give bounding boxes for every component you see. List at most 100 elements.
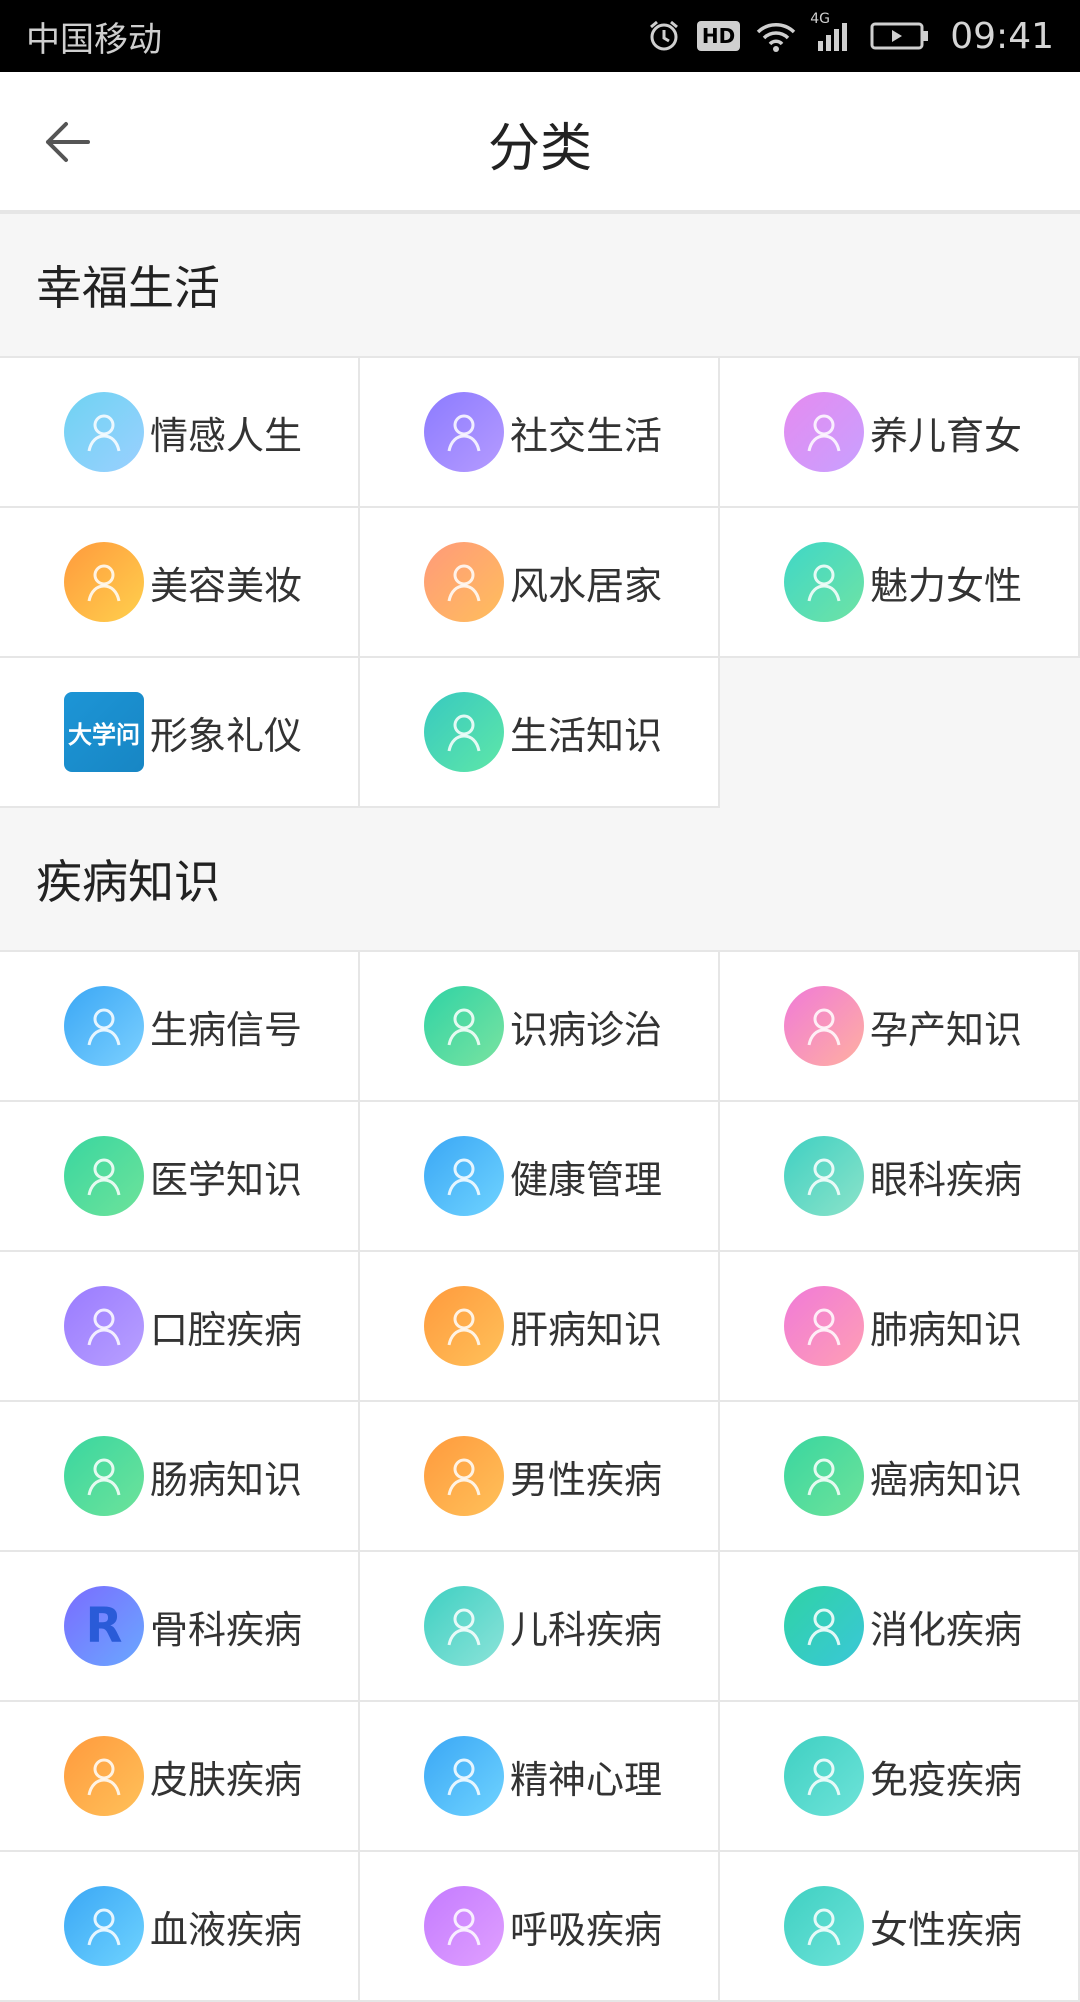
cartoon-character-icon [424, 692, 504, 772]
tooth-house-icon [424, 542, 504, 622]
glasses-man-icon [424, 1736, 504, 1816]
category-item[interactable]: 女性疾病 [720, 1852, 1080, 2002]
category-item[interactable]: 情感人生 [0, 358, 360, 508]
section-disease-knowledge: 疾病知识 生病信号 识病诊治 孕产知识医学知识 健康管理 眼科疾病口腔疾病 肝病知识 肺病知… [0, 808, 1080, 2002]
category-label: 口腔疾病 [150, 1307, 303, 1352]
category-item[interactable]: 消化疾病 [720, 1552, 1080, 1702]
group-figures-icon [64, 1436, 144, 1516]
category-label: 肠病知识 [150, 1457, 303, 1502]
girl-standing-icon [64, 1736, 144, 1816]
category-item[interactable]: 血液疾病 [0, 1852, 360, 2002]
astro-boy-icon [424, 1436, 504, 1516]
star-crown-icon [424, 1886, 504, 1966]
mushroom-icon [784, 986, 864, 1066]
category-item[interactable]: R 骨科疾病 [0, 1552, 360, 1702]
category-label: 形象礼仪 [150, 713, 303, 758]
category-item[interactable]: 呼吸疾病 [360, 1852, 720, 2002]
carrier-name: 中国移动 [26, 19, 162, 60]
category-item[interactable]: 大学问 形象礼仪 [0, 658, 360, 808]
status-bar: 中国移动 HD 4G 09:41 [0, 0, 1080, 72]
category-label: 肝病知识 [510, 1307, 663, 1352]
robot-box-icon [784, 1136, 864, 1216]
category-item[interactable]: 识病诊治 [360, 952, 720, 1102]
category-item[interactable]: 魅力女性 [720, 508, 1080, 658]
category-item[interactable]: 免疫疾病 [720, 1702, 1080, 1852]
category-label: 孕产知识 [870, 1007, 1023, 1052]
category-item[interactable]: 医学知识 [0, 1102, 360, 1252]
category-label: 美容美妆 [150, 563, 303, 608]
back-button[interactable] [30, 106, 102, 178]
category-item[interactable]: 美容美妆 [0, 508, 360, 658]
cartoon-teal-icon [784, 1886, 864, 1966]
category-label: 血液疾病 [150, 1907, 303, 1952]
doctor-desk-icon [424, 986, 504, 1066]
category-item[interactable]: 社交生活 [360, 358, 720, 508]
category-label: 健康管理 [510, 1157, 663, 1202]
top-app-bar: 分类 [0, 72, 1080, 214]
doctor-computer-icon [784, 1736, 864, 1816]
category-item[interactable]: 儿科疾病 [360, 1552, 720, 1702]
category-label: 呼吸疾病 [510, 1907, 663, 1952]
category-item[interactable]: 生活知识 [360, 658, 720, 808]
category-label: 女性疾病 [870, 1907, 1023, 1952]
category-label: 医学知识 [150, 1157, 303, 1202]
category-grid: 情感人生 社交生活 养儿育女美容美妆 风水居家 魅力女性大学问 形象礼仪 生活知识 [0, 358, 1080, 808]
chat-bubble-icon [784, 392, 864, 472]
category-item[interactable]: 风水居家 [360, 508, 720, 658]
category-item[interactable]: 眼科疾病 [720, 1102, 1080, 1252]
category-item[interactable]: 孕产知识 [720, 952, 1080, 1102]
businessman-key-icon [424, 1136, 504, 1216]
page-title: 分类 [487, 118, 592, 179]
cartoon-blue-icon [64, 1886, 144, 1966]
category-label: 消化疾病 [870, 1607, 1023, 1652]
woman-face-icon [784, 542, 864, 622]
category-item[interactable]: 健康管理 [360, 1102, 720, 1252]
category-label: 眼科疾病 [870, 1157, 1023, 1202]
daxuewen-logo-icon: 大学问 [64, 692, 144, 772]
signal-icon: 4G [810, 11, 854, 53]
category-label: 情感人生 [150, 413, 303, 458]
girl-cartoon-icon [424, 1286, 504, 1366]
tooth-icon [64, 1286, 144, 1366]
trend-chart-icon [64, 986, 144, 1066]
category-label: 养儿育女 [870, 413, 1023, 458]
category-content[interactable]: 幸福生活 情感人生 社交生活 养儿育女美容美妆 风水居家 魅力女性大学问 形象礼仪 生活知识… [0, 214, 1080, 2002]
battery-icon [870, 20, 930, 52]
empty-grid-cell [720, 658, 1080, 808]
category-label: 儿科疾病 [510, 1607, 663, 1652]
category-item[interactable]: 肺病知识 [720, 1252, 1080, 1402]
robot-face-icon [784, 1586, 864, 1666]
category-label: 社交生活 [510, 413, 663, 458]
ice-cream-icon [424, 1586, 504, 1666]
section-happy-life: 幸福生活 情感人生 社交生活 养儿育女美容美妆 风水居家 魅力女性大学问 形象礼仪 生活知识 [0, 214, 1080, 808]
category-label: 生活知识 [510, 713, 663, 758]
category-label: 肺病知识 [870, 1307, 1023, 1352]
blackboard-teacher-icon [784, 1286, 864, 1366]
section-title: 幸福生活 [0, 214, 1080, 358]
sketch-figure-icon [64, 1136, 144, 1216]
category-item[interactable]: 精神心理 [360, 1702, 720, 1852]
category-grid: 生病信号 识病诊治 孕产知识医学知识 健康管理 眼科疾病口腔疾病 肝病知识 肺病知识肠病知识… [0, 952, 1080, 2002]
category-item[interactable]: 癌病知识 [720, 1402, 1080, 1552]
category-item[interactable]: 口腔疾病 [0, 1252, 360, 1402]
category-label: 癌病知识 [870, 1457, 1023, 1502]
category-label: 识病诊治 [510, 1007, 663, 1052]
people-group-icon [424, 392, 504, 472]
category-item[interactable]: 肝病知识 [360, 1252, 720, 1402]
category-item[interactable]: 皮肤疾病 [0, 1702, 360, 1852]
category-item[interactable]: 肠病知识 [0, 1402, 360, 1552]
r-letter-icon: R [64, 1586, 144, 1666]
category-label: 魅力女性 [870, 563, 1023, 608]
category-label: 男性疾病 [510, 1457, 663, 1502]
status-icons: HD 4G 09:41 [647, 11, 1054, 57]
wifi-icon [756, 20, 796, 52]
category-label: 皮肤疾病 [150, 1757, 303, 1802]
category-label: 免疫疾病 [870, 1757, 1023, 1802]
category-item[interactable]: 男性疾病 [360, 1402, 720, 1552]
back-arrow-icon [46, 122, 90, 162]
hd-icon: HD [696, 21, 741, 51]
category-item[interactable]: 养儿育女 [720, 358, 1080, 508]
category-item[interactable]: 生病信号 [0, 952, 360, 1102]
woman-sketch-icon [64, 392, 144, 472]
section-title: 疾病知识 [0, 808, 1080, 952]
